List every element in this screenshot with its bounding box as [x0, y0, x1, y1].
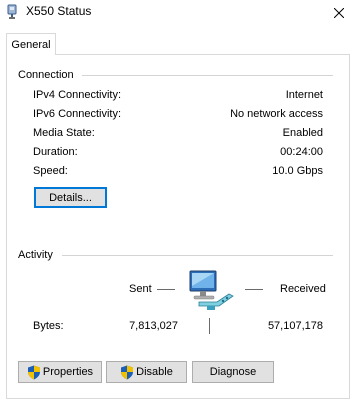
sent-label: Sent — [129, 283, 152, 295]
duration-value: 00:24:00 — [280, 146, 323, 158]
diagnose-button-label: Diagnose — [209, 366, 257, 378]
tab-panel — [6, 54, 350, 399]
details-button[interactable]: Details... — [34, 187, 107, 208]
received-label: Received — [280, 283, 326, 295]
close-button[interactable] — [322, 0, 356, 26]
ipv6-label: IPv6 Connectivity: — [33, 108, 122, 120]
activity-divider — [62, 255, 333, 256]
properties-button-label: Properties — [42, 366, 94, 378]
disable-button-label: Disable — [136, 366, 173, 378]
tab-general-label: General — [11, 38, 51, 51]
properties-button[interactable]: Properties — [18, 361, 102, 383]
title-bar: X550 Status — [0, 0, 356, 26]
bytes-label: Bytes: — [33, 320, 64, 332]
window-title: X550 Status — [26, 4, 92, 18]
bytes-sent-value: 7,813,027 — [129, 320, 178, 332]
media-state-label: Media State: — [33, 127, 95, 139]
sent-dash — [157, 289, 175, 290]
network-computer-icon — [187, 268, 237, 316]
ipv4-label: IPv4 Connectivity: — [33, 89, 122, 101]
bytes-received-value: 57,107,178 — [267, 320, 323, 332]
bytes-separator — [209, 318, 210, 334]
close-icon — [334, 8, 344, 18]
received-dash — [245, 289, 263, 290]
media-state-value: Enabled — [282, 127, 323, 139]
diagnose-button[interactable]: Diagnose — [192, 361, 274, 383]
connection-heading: Connection — [18, 69, 74, 81]
speed-label: Speed: — [33, 165, 68, 177]
speed-value: 10.0 Gbps — [272, 165, 323, 177]
ipv6-value: No network access — [230, 108, 323, 120]
disable-button[interactable]: Disable — [106, 361, 187, 383]
activity-heading: Activity — [18, 249, 53, 261]
details-button-label: Details... — [49, 191, 92, 204]
connection-divider — [82, 75, 333, 76]
uac-shield-icon — [121, 365, 134, 379]
ipv4-value: Internet — [285, 89, 323, 101]
duration-label: Duration: — [33, 146, 78, 158]
network-adapter-icon — [5, 4, 19, 20]
uac-shield-icon — [27, 365, 40, 379]
tab-general[interactable]: General — [6, 33, 56, 55]
